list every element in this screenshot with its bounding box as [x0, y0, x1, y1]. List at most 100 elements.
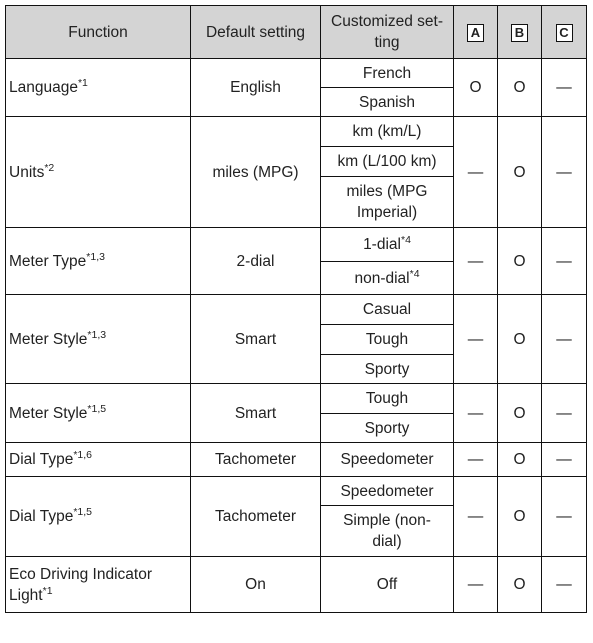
- footnote-ref: *1: [42, 584, 53, 597]
- table-row: Meter Style*1,5 Smart Tough — O —: [5, 383, 587, 443]
- mode-b-cell: O: [497, 227, 542, 295]
- mode-a-cell: —: [453, 383, 498, 443]
- custom-option-cell: km (L/100 km): [320, 146, 454, 177]
- table-row: Dial Type*1,5 Tachometer Speedometer — O —: [5, 476, 587, 557]
- mode-a-cell: —: [453, 116, 498, 228]
- custom-option-label: Speedometer: [340, 482, 434, 500]
- header-c: C: [541, 5, 587, 59]
- mode-a-cell: —: [453, 294, 498, 384]
- custom-option-label: Tough: [365, 331, 409, 348]
- footnote-ref: *1,3: [86, 250, 105, 263]
- mode-c-cell: —: [541, 476, 587, 557]
- custom-option-label: non-dial: [354, 269, 410, 287]
- function-cell: Units*2: [5, 116, 191, 228]
- custom-option-cell: Speedometer: [320, 476, 454, 506]
- footnote-ref: *2: [44, 161, 55, 174]
- footnote-ref: *1: [77, 77, 88, 89]
- custom-option-cell: Speedometer: [320, 442, 454, 477]
- table-row: Meter Type*1,3 2-dial 1-dial*4— O —: [5, 227, 587, 295]
- mode-c-cell: —: [541, 556, 587, 613]
- table-row: Language*1 English French O O —: [5, 58, 587, 117]
- custom-option-label: Off: [376, 576, 398, 593]
- footnote-ref: *1,6: [73, 449, 93, 461]
- mode-a-cell: —: [453, 227, 498, 295]
- custom-option-cell: Simple (non-dial): [320, 505, 454, 557]
- custom-option-label: Spanish: [358, 93, 415, 111]
- table-row: Units*2 miles (MPG) km (km/L) — O —: [5, 116, 587, 228]
- table-row: Dial Type*1,6 Tachometer Speedometer — O —: [5, 442, 587, 477]
- default-cell: miles (MPG): [190, 116, 321, 228]
- header-custom: Customized set-ting: [320, 5, 454, 59]
- table-row: Meter Style*1,3 Smart Casual — O —: [5, 294, 587, 384]
- custom-option-cell: km (km/L): [320, 116, 454, 147]
- function-cell: Dial Type*1,5: [5, 476, 191, 557]
- custom-option-cell: Sporty: [320, 413, 454, 443]
- function-label: Meter Style: [9, 330, 88, 348]
- custom-option-label: Sporty: [364, 419, 410, 437]
- custom-option-cell: Tough: [320, 324, 454, 355]
- footnote-ref: *4: [409, 267, 420, 280]
- default-cell: Tachometer: [190, 476, 321, 557]
- custom-option-label: French: [362, 64, 412, 82]
- mode-b-cell: O: [497, 383, 542, 443]
- custom-option-label: Casual: [362, 301, 412, 318]
- mode-b-cell: O: [497, 58, 542, 117]
- default-cell: Tachometer: [190, 442, 321, 477]
- mode-a-cell: —: [453, 442, 498, 477]
- default-cell: Smart: [190, 294, 321, 384]
- function-label: Eco Driving Indicator Light: [9, 565, 153, 604]
- header-function: Function: [5, 5, 191, 59]
- mode-a-cell: —: [453, 556, 498, 613]
- custom-option-cell: Off: [320, 556, 454, 613]
- default-cell: On: [190, 556, 321, 613]
- custom-option-label: Speedometer: [340, 451, 434, 468]
- function-cell: Language*1: [5, 58, 191, 117]
- settings-table: Function Default setting Customized set-…: [5, 5, 587, 613]
- custom-option-label: miles (MPG Imperial): [346, 183, 428, 221]
- custom-option-label: 1-dial: [363, 236, 401, 253]
- custom-option-label: Simple (non-dial): [343, 512, 431, 550]
- header-a: A: [453, 5, 498, 59]
- default-cell: 2-dial: [190, 227, 321, 295]
- custom-option-label: km (L/100 km): [337, 153, 437, 170]
- table-row: Eco Driving Indicator Light*1 On Off — O —: [5, 556, 587, 613]
- mode-c-cell: —: [541, 442, 587, 477]
- footnote-ref: *4: [400, 234, 411, 246]
- badge-a: A: [467, 23, 484, 42]
- badge-c: C: [555, 23, 573, 42]
- mode-b-cell: O: [497, 442, 542, 477]
- mode-b-cell: O: [497, 476, 542, 557]
- function-cell: Eco Driving Indicator Light*1: [5, 556, 191, 613]
- custom-option-cell: miles (MPG Imperial): [320, 176, 454, 228]
- default-cell: Smart: [190, 383, 321, 443]
- mode-c-cell: —: [541, 383, 587, 443]
- mode-b-cell: O: [497, 556, 542, 613]
- custom-option-label: Sporty: [364, 360, 410, 378]
- mode-a-cell: —: [453, 476, 498, 557]
- mode-b-cell: O: [497, 116, 542, 228]
- function-label: Units: [9, 163, 45, 181]
- footnote-ref: *1,3: [87, 328, 107, 341]
- mode-a-cell: O: [453, 58, 498, 117]
- mode-c-cell: —: [541, 227, 587, 295]
- custom-option-cell: 1-dial*4: [320, 227, 454, 262]
- function-cell: Meter Type*1,3: [5, 227, 191, 295]
- custom-option-cell: non-dial*4: [320, 261, 454, 295]
- header-b: B: [497, 5, 542, 59]
- header-default: Default setting: [190, 5, 321, 59]
- custom-option-label: Tough: [365, 390, 409, 407]
- function-cell: Dial Type*1,6: [5, 442, 191, 477]
- function-label: Meter Style: [9, 404, 88, 422]
- custom-option-cell: Tough: [320, 383, 454, 414]
- function-label: Dial Type: [9, 508, 74, 525]
- function-cell: Meter Style*1,5: [5, 383, 191, 443]
- mode-b-cell: O: [497, 294, 542, 384]
- mode-c-cell: —: [541, 58, 587, 117]
- header-row: Function Default setting Customized set-…: [5, 5, 587, 59]
- badge-b: B: [511, 23, 528, 42]
- footnote-ref: *1,5: [73, 506, 93, 518]
- function-label: Meter Type: [9, 252, 87, 270]
- footnote-ref: *1,5: [87, 402, 107, 415]
- custom-option-cell: Casual: [320, 294, 454, 325]
- custom-option-label: km (km/L): [352, 123, 422, 140]
